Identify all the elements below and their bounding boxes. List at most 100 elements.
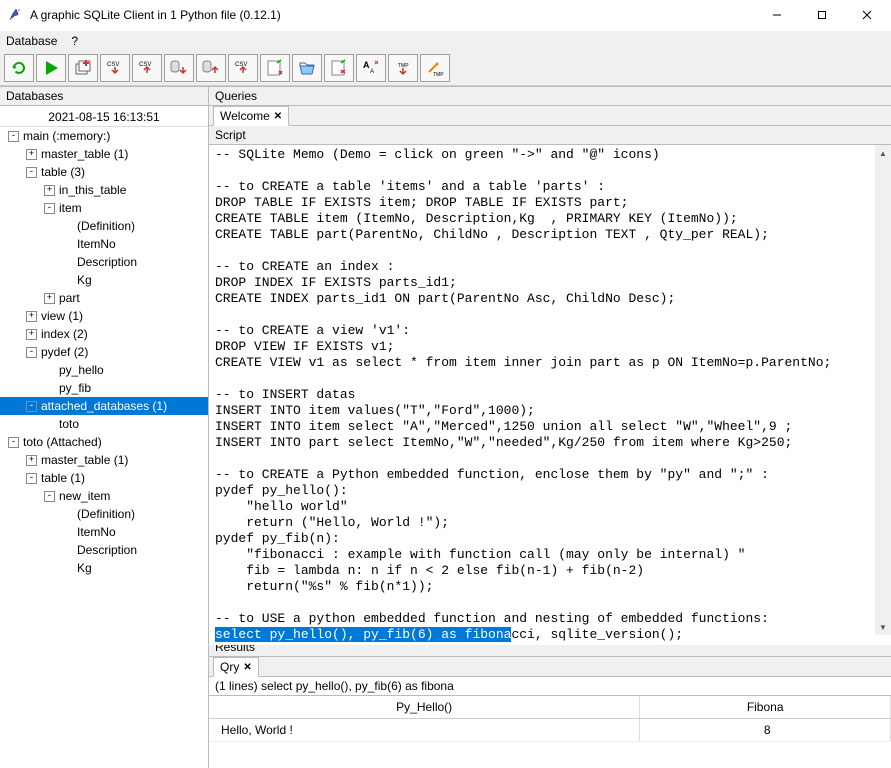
tree-spacer [62,563,73,574]
close-icon[interactable]: ✕ [274,111,282,122]
expand-icon[interactable]: + [26,329,37,340]
results-grid[interactable]: Py_Hello() Fibona Hello, World ! 8 [209,696,891,768]
expand-icon[interactable]: + [26,311,37,322]
scroll-up-icon[interactable]: ▲ [875,145,891,161]
tree-spacer [62,221,73,232]
app-icon [8,7,24,23]
tree-item[interactable]: Kg [0,271,208,289]
queries-header: Queries [209,86,891,106]
tree-item[interactable]: (Definition) [0,505,208,523]
collapse-icon[interactable]: - [44,491,55,502]
import-db-button[interactable] [164,54,194,82]
expand-icon[interactable]: + [44,185,55,196]
tree-item[interactable]: -new_item [0,487,208,505]
query-tabs: Welcome✕ [209,106,891,126]
tree-item[interactable]: -attached_databases (1) [0,397,208,415]
tree-item[interactable]: py_fib [0,379,208,397]
svg-text:CSV: CSV [235,62,247,68]
expand-icon[interactable]: + [26,455,37,466]
tree-item[interactable]: -pydef (2) [0,343,208,361]
collapse-icon[interactable]: - [8,131,19,142]
save-script-button[interactable] [324,54,354,82]
tree-item[interactable]: +master_table (1) [0,145,208,163]
tree-item[interactable]: -table (1) [0,469,208,487]
open-script-button[interactable] [260,54,290,82]
export-csv-button[interactable]: CSV [132,54,162,82]
tree-item[interactable]: +view (1) [0,307,208,325]
tree-item[interactable]: + master_table (1) [0,451,208,469]
tree-spacer [62,509,73,520]
temp-in-button[interactable]: TMP [388,54,418,82]
tree-spacer [44,383,55,394]
script-text: -- SQLite Memo (Demo = click on green "-… [215,147,831,626]
expand-icon[interactable]: + [26,149,37,160]
export-csv2-button[interactable]: CSV [228,54,258,82]
tree-item-label: ItemNo [77,237,116,251]
script-selection: select py_hello(), py_fib(6) as fibona [215,627,511,642]
tab-welcome[interactable]: Welcome✕ [213,106,289,126]
collapse-icon[interactable]: - [26,167,37,178]
tree-item[interactable]: + in_this_table [0,181,208,199]
tree-item-label: index (2) [41,327,88,341]
tree-item[interactable]: py_hello [0,361,208,379]
tree-item-label: item [59,201,82,215]
import-csv-button[interactable]: CSV [100,54,130,82]
tree-item[interactable]: Description [0,253,208,271]
tree-item[interactable]: +part [0,289,208,307]
maximize-button[interactable] [799,0,844,30]
tree-item[interactable]: toto [0,415,208,433]
tree-item[interactable]: -table (3) [0,163,208,181]
tree-item-label: master_table (1) [41,453,128,467]
collapse-icon[interactable]: - [26,473,37,484]
collapse-icon[interactable]: - [26,401,37,412]
tree-item-label: attached_databases (1) [41,399,167,413]
new-tab-button[interactable] [68,54,98,82]
tree-item-label: new_item [59,489,110,503]
results-area: Results Qry✕ (1 lines) select py_hello()… [209,636,891,768]
tree-spacer [62,545,73,556]
collapse-icon[interactable]: - [26,347,37,358]
collapse-icon[interactable]: - [44,203,55,214]
minimize-button[interactable] [754,0,799,30]
font-button[interactable]: AA [356,54,386,82]
main-area: Databases 2021-08-15 16:13:51 -main (:me… [0,86,891,768]
tree-item[interactable]: Description [0,541,208,559]
attach-db-button[interactable] [292,54,322,82]
tab-qry[interactable]: Qry✕ [213,657,259,677]
collapse-icon[interactable]: - [8,437,19,448]
tree-item-label: Kg [77,273,92,287]
tree-item-label: in_this_table [59,183,126,197]
database-tree[interactable]: 2021-08-15 16:13:51 -main (:memory:)+mas… [0,106,208,768]
column-header[interactable]: Py_Hello() [209,696,640,719]
expand-icon[interactable]: + [44,293,55,304]
tree-item[interactable]: -main (:memory:) [0,127,208,145]
svg-text:A: A [370,69,374,75]
menu-help[interactable]: ? [71,34,78,48]
tree-item-label: toto [59,417,79,431]
tree-item[interactable]: Kg [0,559,208,577]
script-editor[interactable]: -- SQLite Memo (Demo = click on green "-… [209,145,891,645]
column-header[interactable]: Fibona [640,696,891,719]
tree-item-label: (Definition) [77,507,135,521]
run-button[interactable] [36,54,66,82]
tree-spacer [62,527,73,538]
refresh-button[interactable] [4,54,34,82]
close-icon[interactable]: ✕ [243,662,251,673]
close-button[interactable] [844,0,889,30]
export-db-button[interactable] [196,54,226,82]
scrollbar[interactable]: ▲ ▼ [875,145,891,635]
toolbar: CSV CSV CSV AA TMP TMP [0,51,891,86]
temp-out-button[interactable]: TMP [420,54,450,82]
tree-item[interactable]: -toto (Attached) [0,433,208,451]
table-row[interactable]: Hello, World ! 8 [209,719,891,742]
left-panel: Databases 2021-08-15 16:13:51 -main (:me… [0,86,209,768]
tree-item[interactable]: ItemNo [0,523,208,541]
tree-item[interactable]: -item [0,199,208,217]
tree-spacer [62,275,73,286]
tree-item[interactable]: + index (2) [0,325,208,343]
tree-item[interactable]: (Definition) [0,217,208,235]
tree-spacer [62,257,73,268]
tree-item[interactable]: ItemNo [0,235,208,253]
scroll-down-icon[interactable]: ▼ [875,619,891,635]
menu-database[interactable]: Database [6,34,57,48]
